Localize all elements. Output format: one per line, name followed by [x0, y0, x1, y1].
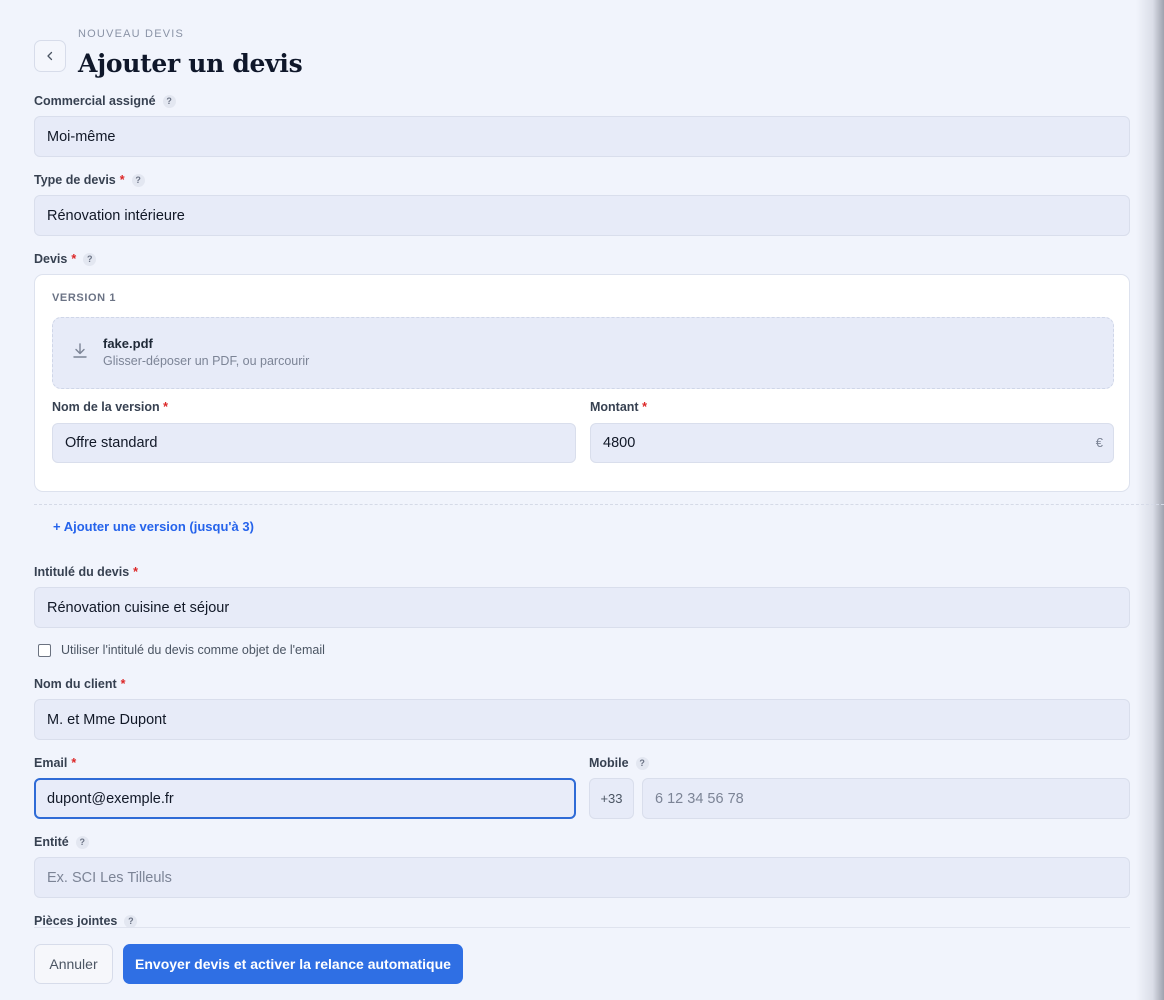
devis-version-card: VERSION 1 fake.pdf Glisser-déposer un PD…: [34, 274, 1130, 492]
commercial-label: Commercial assigné ?: [34, 94, 176, 108]
mobile-label: Mobile ?: [589, 756, 649, 770]
phone-prefix-select[interactable]: +33: [589, 778, 634, 819]
intitule-input[interactable]: Rénovation cuisine et séjour: [34, 587, 1130, 628]
type-devis-select[interactable]: Rénovation intérieure: [34, 195, 1130, 236]
version-name-label: Nom de la version *: [52, 400, 169, 414]
email-field[interactable]: dupont@exemple.fr: [34, 778, 576, 819]
download-icon: [73, 343, 87, 358]
chevron-left-icon: [47, 51, 53, 61]
use-subject-row: Utiliser l'intitulé du devis comme objet…: [38, 643, 325, 657]
cancel-button[interactable]: Annuler: [34, 944, 113, 984]
use-subject-checkbox[interactable]: [38, 643, 51, 657]
currency-symbol: €: [1095, 435, 1103, 450]
page-title: Ajouter un devis: [78, 49, 303, 78]
version-name-input[interactable]: Offre standard: [52, 423, 576, 463]
amount-value: 4800: [603, 435, 636, 451]
pieces-jointes-label: Pièces jointes ?: [34, 914, 138, 928]
help-icon[interactable]: ?: [635, 756, 649, 770]
devis-label: Devis * ?: [34, 252, 97, 266]
help-icon[interactable]: ?: [131, 173, 145, 187]
back-button[interactable]: [34, 40, 66, 72]
use-subject-label: Utiliser l'intitulé du devis comme objet…: [61, 643, 325, 657]
client-label: Nom du client *: [34, 677, 126, 691]
help-icon[interactable]: ?: [124, 914, 138, 928]
send-quote-button[interactable]: Envoyer devis et activer la relance auto…: [123, 944, 463, 984]
divider: [34, 504, 1164, 505]
pdf-dropzone[interactable]: fake.pdf Glisser-déposer un PDF, ou parc…: [52, 317, 1114, 389]
commercial-select[interactable]: Moi-même: [34, 116, 1130, 157]
amount-input[interactable]: 4800 €: [590, 423, 1114, 463]
email-label: Email *: [34, 756, 77, 770]
entite-label: Entité ?: [34, 835, 89, 849]
client-name-input[interactable]: M. et Mme Dupont: [34, 699, 1130, 740]
add-version-link[interactable]: + Ajouter une version (jusqu'à 3): [53, 519, 254, 534]
type-devis-label: Type de devis * ?: [34, 173, 145, 187]
version-label: VERSION 1: [52, 292, 117, 304]
dropzone-hint: Glisser-déposer un PDF, ou parcourir: [103, 354, 310, 368]
help-icon[interactable]: ?: [162, 94, 176, 108]
intitule-label: Intitulé du devis *: [34, 565, 139, 579]
help-icon[interactable]: ?: [83, 252, 97, 266]
mobile-input[interactable]: 6 12 34 56 78: [642, 778, 1130, 819]
entite-input[interactable]: Ex. SCI Les Tilleuls: [34, 857, 1130, 898]
amount-label: Montant *: [590, 400, 647, 414]
drawer-edge-shadow: [1136, 0, 1164, 1000]
page-eyebrow: NOUVEAU DEVIS: [78, 28, 185, 40]
help-icon[interactable]: ?: [75, 835, 89, 849]
uploaded-file-name: fake.pdf: [103, 336, 153, 351]
